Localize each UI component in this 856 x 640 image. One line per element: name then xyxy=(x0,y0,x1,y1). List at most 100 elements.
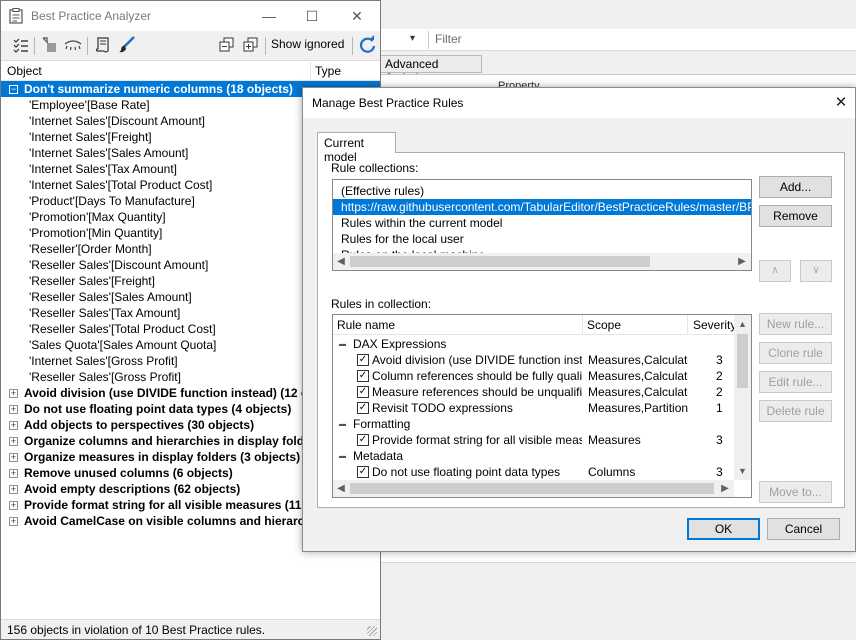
collapse-icon[interactable]: − xyxy=(9,85,18,94)
collection-item[interactable]: (Effective rules) xyxy=(333,183,751,199)
scroll-up-icon[interactable]: ▲ xyxy=(734,316,751,332)
new-rule-button[interactable]: New rule... xyxy=(759,313,832,335)
scroll-thumb[interactable] xyxy=(350,256,650,267)
ignore-icon[interactable] xyxy=(63,35,83,55)
collapse-icon[interactable]: ▬ xyxy=(339,341,346,348)
rule-severity: 2 xyxy=(716,385,723,399)
collapse-all-icon[interactable] xyxy=(241,35,261,55)
fix-brush-icon[interactable] xyxy=(117,35,137,55)
collapse-icon[interactable]: ▬ xyxy=(339,453,346,460)
rule-checkbox[interactable]: ✓ xyxy=(357,386,369,398)
tree-item-label: 'Reseller Sales'[Total Product Cost] xyxy=(29,322,216,336)
collection-item[interactable]: Rules for the local user xyxy=(333,231,751,247)
goto-object-icon[interactable] xyxy=(39,35,59,55)
scroll-right-icon[interactable]: ▶ xyxy=(734,253,750,270)
rule-row[interactable]: ✓ Measure references should be unqualifie… xyxy=(333,384,733,400)
scroll-left-icon[interactable]: ◀ xyxy=(333,480,349,497)
rule-category-row[interactable]: ▬ Metadata xyxy=(333,448,733,464)
add-collection-button[interactable]: Add... xyxy=(759,176,832,198)
resize-grip-icon[interactable] xyxy=(367,626,377,636)
scroll-left-icon[interactable]: ◀ xyxy=(333,253,349,270)
tree-item-label: 'Employee'[Base Rate] xyxy=(29,98,150,112)
remove-collection-button[interactable]: Remove xyxy=(759,205,832,227)
rule-category-row[interactable]: ▬ Formatting xyxy=(333,416,733,432)
expand-icon[interactable]: + xyxy=(9,405,18,414)
rules-vscrollbar[interactable]: ▲ ▼ xyxy=(734,315,751,480)
delete-rule-button[interactable]: Delete rule xyxy=(759,400,832,422)
tree-item-label: Do not use floating point data types (4 … xyxy=(24,402,292,416)
column-type[interactable]: Type xyxy=(315,64,341,78)
rules-hscrollbar[interactable]: ◀ ▶ xyxy=(333,480,734,497)
scroll-down-icon[interactable]: ▼ xyxy=(734,463,751,479)
column-severity[interactable]: Severity xyxy=(693,318,736,332)
script-icon[interactable] xyxy=(93,35,113,55)
collection-item[interactable]: Rules within the current model xyxy=(333,215,751,231)
rule-row[interactable]: ✓ Column references should be fully quali… xyxy=(333,368,733,384)
expand-icon[interactable]: + xyxy=(9,469,18,478)
move-to-button[interactable]: Move to... xyxy=(759,481,832,503)
rule-checkbox[interactable]: ✓ xyxy=(357,402,369,414)
scroll-right-icon[interactable]: ▶ xyxy=(717,480,733,497)
rule-checkbox[interactable]: ✓ xyxy=(357,370,369,382)
manage-rules-dialog: Manage Best Practice Rules ✕ Current mod… xyxy=(302,87,856,552)
cancel-button[interactable]: Cancel xyxy=(767,518,840,540)
rules-list[interactable]: Rule name Scope Severity ▬ DAX Expression… xyxy=(332,314,752,498)
category-label: Formatting xyxy=(353,417,411,431)
rule-row[interactable]: ✓ Avoid division (use DIVIDE function ins… xyxy=(333,352,733,368)
column-rule-name[interactable]: Rule name xyxy=(337,318,395,332)
dialog-titlebar: Manage Best Practice Rules ✕ xyxy=(303,88,855,118)
rule-collections-list[interactable]: (Effective rules) https://raw.githubuserc… xyxy=(332,179,752,271)
tab-current-model[interactable]: Current model xyxy=(317,132,396,164)
expand-icon[interactable]: + xyxy=(9,501,18,510)
expand-icon[interactable]: + xyxy=(9,421,18,430)
ok-button[interactable]: OK xyxy=(687,518,760,540)
close-icon[interactable]: ✕ xyxy=(347,6,367,26)
chevron-down-icon[interactable]: ▾ xyxy=(410,33,424,45)
tree-item-label: 'Reseller Sales'[Gross Profit] xyxy=(29,370,181,384)
bpa-title: Best Practice Analyzer xyxy=(31,9,152,23)
tree-item-label: 'Reseller Sales'[Tax Amount] xyxy=(29,306,181,320)
tree-item-label: 'Internet Sales'[Freight] xyxy=(29,130,152,144)
edit-rule-button[interactable]: Edit rule... xyxy=(759,371,832,393)
close-icon[interactable]: ✕ xyxy=(831,93,851,113)
expand-icon[interactable]: + xyxy=(9,437,18,446)
expand-icon[interactable]: + xyxy=(9,485,18,494)
rule-row[interactable]: ✓ Do not use floating point data types Col… xyxy=(333,464,733,480)
tree-item-label: 'Promotion'[Max Quantity] xyxy=(29,210,166,224)
move-down-button[interactable]: ∨ xyxy=(800,260,832,282)
collections-hscrollbar[interactable]: ◀ ▶ xyxy=(333,253,751,270)
filter-input[interactable]: Filter xyxy=(435,31,462,47)
tree-item-label: 'Reseller Sales'[Discount Amount] xyxy=(29,258,209,272)
rule-row[interactable]: ✓ Revisit TODO expressions Measures,Partit… xyxy=(333,400,733,416)
maximize-icon[interactable]: ☐ xyxy=(302,6,322,26)
expand-icon[interactable]: + xyxy=(9,389,18,398)
rule-name: Column references should be fully qualif… xyxy=(372,369,582,383)
rule-checkbox[interactable]: ✓ xyxy=(357,466,369,478)
column-separator xyxy=(310,62,311,81)
rule-row[interactable]: ✓ Provide format string for all visible m… xyxy=(333,432,733,448)
category-label: DAX Expressions xyxy=(353,337,447,351)
rule-checkbox[interactable]: ✓ xyxy=(357,434,369,446)
refresh-icon[interactable] xyxy=(357,35,377,55)
column-separator xyxy=(582,315,583,335)
expand-all-icon[interactable] xyxy=(217,35,237,55)
clone-rule-button[interactable]: Clone rule xyxy=(759,342,832,364)
tab-advanced-scripting[interactable]: Advanced Scripting xyxy=(380,55,482,85)
show-ignored-button[interactable]: Show ignored xyxy=(271,37,344,51)
checklist-icon[interactable] xyxy=(11,35,31,55)
scroll-thumb[interactable] xyxy=(350,483,714,494)
scroll-thumb[interactable] xyxy=(737,334,748,388)
column-object[interactable]: Object xyxy=(7,64,42,78)
expand-icon[interactable]: + xyxy=(9,453,18,462)
column-separator xyxy=(687,315,688,335)
collapse-icon[interactable]: ▬ xyxy=(339,421,346,428)
rule-category-row[interactable]: ▬ DAX Expressions xyxy=(333,336,733,352)
expand-icon[interactable]: + xyxy=(9,517,18,526)
status-text: 156 objects in violation of 10 Best Prac… xyxy=(7,623,266,637)
minimize-icon[interactable]: — xyxy=(259,6,279,26)
tree-item-label: Organize measures in display folders (3 … xyxy=(24,450,301,464)
collection-item[interactable]: https://raw.githubusercontent.com/Tabula… xyxy=(333,199,751,215)
column-scope[interactable]: Scope xyxy=(587,318,621,332)
rule-checkbox[interactable]: ✓ xyxy=(357,354,369,366)
move-up-button[interactable]: ∧ xyxy=(759,260,791,282)
